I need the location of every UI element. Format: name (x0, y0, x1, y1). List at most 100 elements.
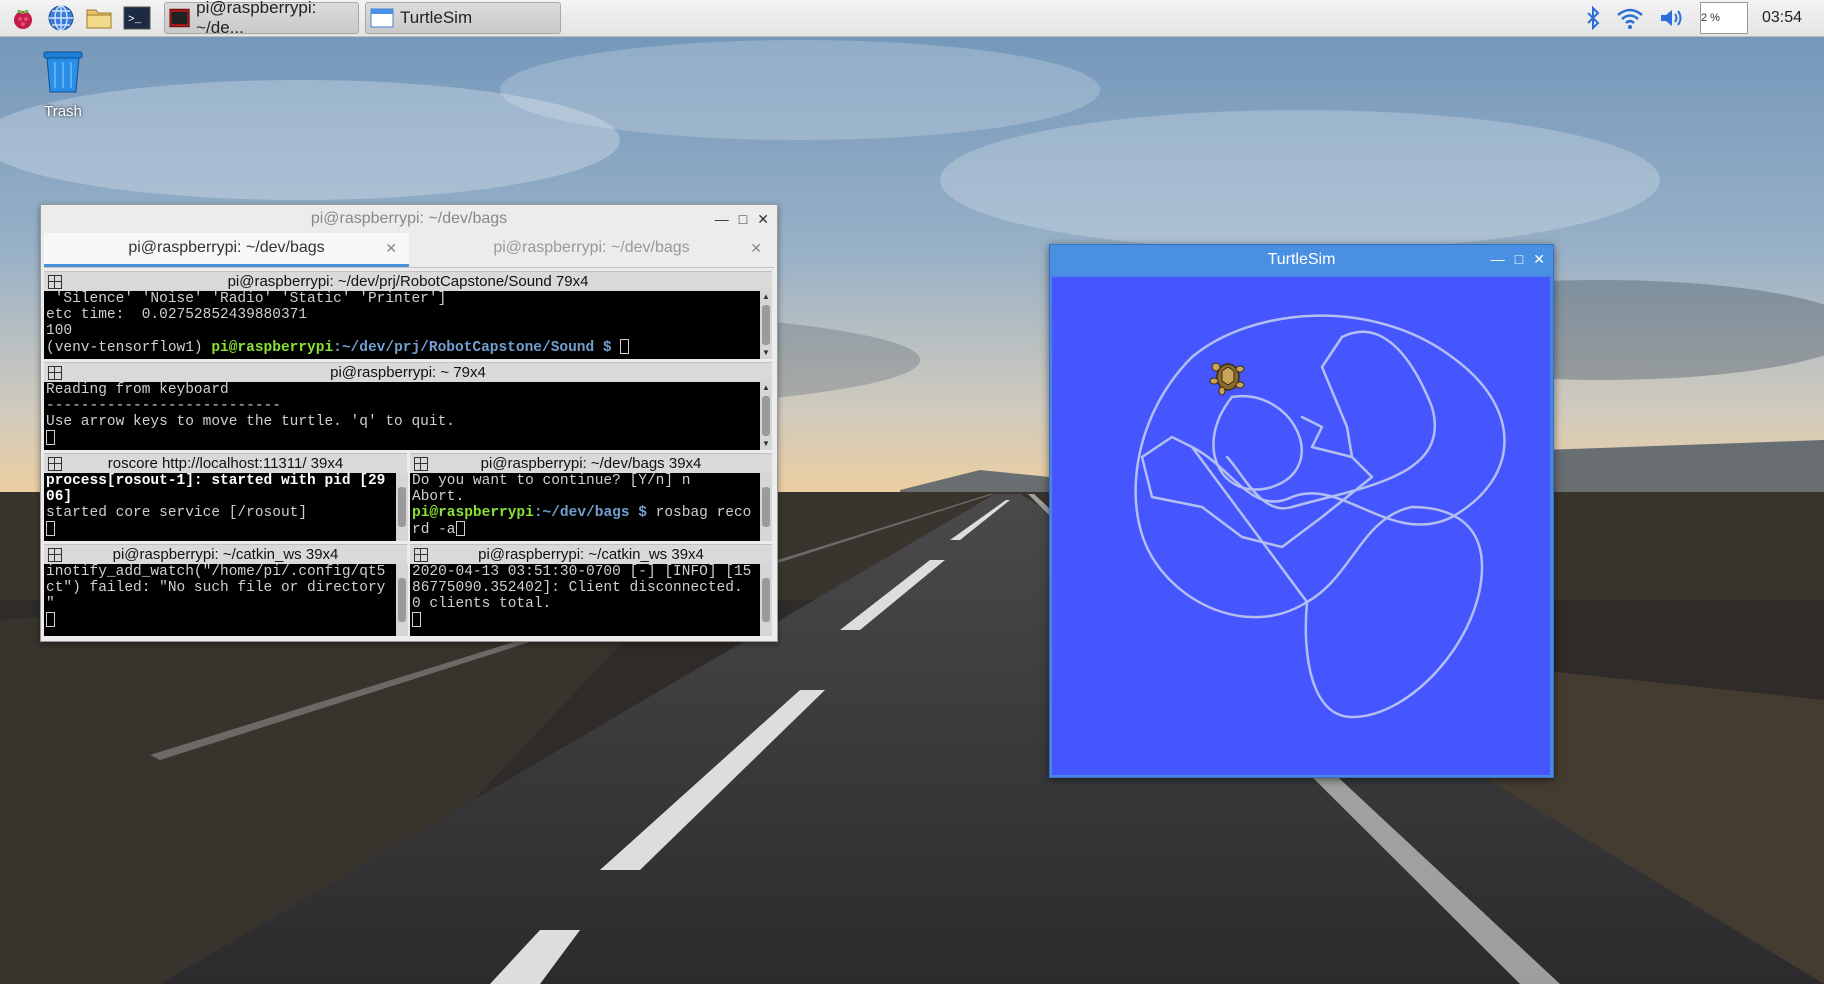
pane-header[interactable]: pi@raspberrypi: ~/catkin_ws 39x4 (410, 544, 772, 564)
terminal-line: --------------------------- (46, 398, 281, 414)
volume-icon[interactable] (1658, 6, 1686, 30)
terminal-line: 06] (46, 489, 73, 505)
terminal-pane[interactable]: Do you want to continue? [Y/n] n Abort. … (410, 473, 760, 541)
scroll-down-icon[interactable]: ▼ (760, 438, 772, 450)
terminal-prompt (44, 612, 396, 629)
maximize-icon[interactable]: □ (1515, 244, 1523, 274)
scroll-thumb[interactable] (398, 578, 406, 622)
pane-header[interactable]: roscore http://localhost:11311/ 39x4 (44, 453, 407, 473)
pane-menu-icon[interactable] (48, 457, 62, 471)
terminal-line: Abort. (412, 489, 465, 505)
terminal-line: ct") failed: "No such file or directory (46, 580, 386, 596)
cursor (46, 521, 55, 536)
terminal-icon (169, 8, 190, 28)
window-controls: — □ ✕ (1491, 245, 1545, 273)
taskbar-task-terminal[interactable]: pi@raspberrypi: ~/de... (164, 0, 359, 37)
taskbar-task-label: TurtleSim (400, 8, 473, 27)
terminal-titlebar[interactable]: pi@raspberrypi: ~/dev/bags — □ ✕ (41, 205, 777, 233)
raspberry-menu-icon[interactable] (8, 3, 38, 33)
terminal-pane[interactable]: Reading from keyboard ------------------… (44, 382, 760, 450)
prompt-command: rosbag reco (655, 505, 752, 521)
prompt-path: :~/dev/bags $ (533, 505, 656, 521)
scrollbar[interactable]: ▲ ▼ (760, 382, 772, 450)
scrollbar[interactable]: ▲ ▼ (760, 291, 772, 359)
clock[interactable]: 03:54 (1762, 9, 1802, 27)
cursor (46, 612, 55, 627)
cursor (412, 612, 421, 627)
system-tray: 2 % 03:54 (1584, 0, 1824, 36)
scroll-thumb[interactable] (762, 487, 770, 527)
prompt-user: pi@raspberrypi (412, 505, 534, 521)
tab-label: pi@raspberrypi: ~/dev/bags (493, 239, 690, 256)
pane-title: pi@raspberrypi: ~/catkin_ws 39x4 (478, 546, 704, 563)
terminal-prompt: pi@raspberrypi:~/dev/bags $ rosbag reco (410, 505, 760, 521)
prompt-env: (venv-tensorflow1) (46, 340, 212, 356)
pane-header[interactable]: pi@raspberrypi: ~ 79x4 (44, 362, 772, 382)
scrollbar[interactable] (396, 564, 408, 636)
close-tab-icon[interactable]: ✕ (385, 233, 397, 263)
wifi-icon[interactable] (1616, 6, 1644, 30)
terminal-prompt (410, 612, 760, 629)
file-manager-icon[interactable] (84, 3, 114, 33)
scroll-down-icon[interactable]: ▼ (760, 347, 772, 359)
window-title: pi@raspberrypi: ~/dev/bags (310, 210, 508, 227)
terminal-line: process[rosout-1]: started with pid [29 (46, 473, 386, 489)
pane-title: pi@raspberrypi: ~/dev/bags 39x4 (480, 455, 702, 472)
close-icon[interactable]: ✕ (1533, 244, 1545, 274)
terminal-pane[interactable]: process[rosout-1]: started with pid [29 … (44, 473, 396, 541)
turtlesim-titlebar[interactable]: TurtleSim — □ ✕ (1050, 245, 1553, 275)
tab-1[interactable]: pi@raspberrypi: ~/dev/bags ✕ (44, 233, 409, 267)
pane-menu-icon[interactable] (48, 366, 62, 380)
cpu-monitor[interactable]: 2 % (1699, 2, 1748, 34)
scroll-thumb[interactable] (762, 305, 770, 345)
pane-title: pi@raspberrypi: ~/catkin_ws 39x4 (112, 546, 339, 563)
scroll-up-icon[interactable]: ▲ (760, 382, 772, 394)
cursor (46, 430, 55, 445)
terminal-window[interactable]: pi@raspberrypi: ~/dev/bags — □ ✕ pi@rasp… (40, 204, 778, 642)
pane-menu-icon[interactable] (414, 548, 428, 562)
scrollbar[interactable] (760, 473, 772, 541)
turtlesim-window[interactable]: TurtleSim — □ ✕ (1049, 244, 1554, 778)
pane-header[interactable]: pi@raspberrypi: ~/catkin_ws 39x4 (44, 544, 407, 564)
web-browser-icon[interactable] (46, 3, 76, 33)
turtle-icon (1209, 362, 1245, 396)
taskbar-task-turtlesim[interactable]: TurtleSim (365, 2, 561, 34)
trash-desktop-icon[interactable]: Trash (36, 48, 90, 120)
prompt-path: :~/dev/prj/RobotCapstone/Sound $ (333, 340, 621, 356)
terminal-launcher-icon[interactable]: >_ (122, 3, 152, 33)
prompt-user: pi@raspberrypi (211, 340, 334, 356)
tab-2[interactable]: pi@raspberrypi: ~/dev/bags ✕ (409, 233, 774, 267)
terminal-prompt: (venv-tensorflow1) pi@raspberrypi:~/dev/… (44, 339, 760, 356)
cursor (620, 339, 630, 354)
terminal-line: " (46, 596, 55, 612)
scroll-thumb[interactable] (762, 396, 770, 436)
close-tab-icon[interactable]: ✕ (750, 233, 762, 263)
close-icon[interactable]: ✕ (757, 205, 769, 233)
terminal-line: 86775090.352402]: Client disconnected. (412, 580, 743, 596)
pane-header[interactable]: pi@raspberrypi: ~/dev/bags 39x4 (410, 453, 772, 473)
pane-header[interactable]: pi@raspberrypi: ~/dev/prj/RobotCapstone/… (44, 271, 772, 291)
turtle-pen-trail (1134, 314, 1506, 719)
turtlesim-canvas (1052, 277, 1550, 775)
scroll-thumb[interactable] (398, 487, 406, 527)
scroll-up-icon[interactable]: ▲ (760, 291, 772, 303)
scroll-thumb[interactable] (762, 578, 770, 622)
pane-menu-icon[interactable] (48, 548, 62, 562)
terminal-tabs: pi@raspberrypi: ~/dev/bags ✕ pi@raspberr… (44, 233, 774, 268)
maximize-icon[interactable]: □ (739, 205, 747, 233)
terminal-pane[interactable]: 'Silence' 'Noise' 'Radio' 'Static' 'Prin… (44, 291, 760, 359)
scrollbar[interactable] (760, 564, 772, 636)
terminal-pane[interactable]: 2020-04-13 03:51:30-0700 [-] [INFO] [15 … (410, 564, 760, 636)
terminal-line: started core service [/rosout] (46, 505, 308, 521)
bluetooth-icon[interactable] (1584, 6, 1602, 30)
terminal-line: Do you want to continue? [Y/n] n (412, 473, 691, 489)
minimize-icon[interactable]: — (1491, 244, 1505, 274)
pane-menu-icon[interactable] (414, 457, 428, 471)
pane-menu-icon[interactable] (48, 275, 62, 289)
scrollbar[interactable] (396, 473, 408, 541)
terminal-pane[interactable]: inotify_add_watch("/home/pi/.config/qt5 … (44, 564, 396, 636)
window-title: TurtleSim (1267, 251, 1336, 268)
minimize-icon[interactable]: — (715, 205, 729, 233)
prompt-command-cont: rd -a (412, 522, 456, 538)
turtle-path-drawing (1134, 314, 1506, 719)
